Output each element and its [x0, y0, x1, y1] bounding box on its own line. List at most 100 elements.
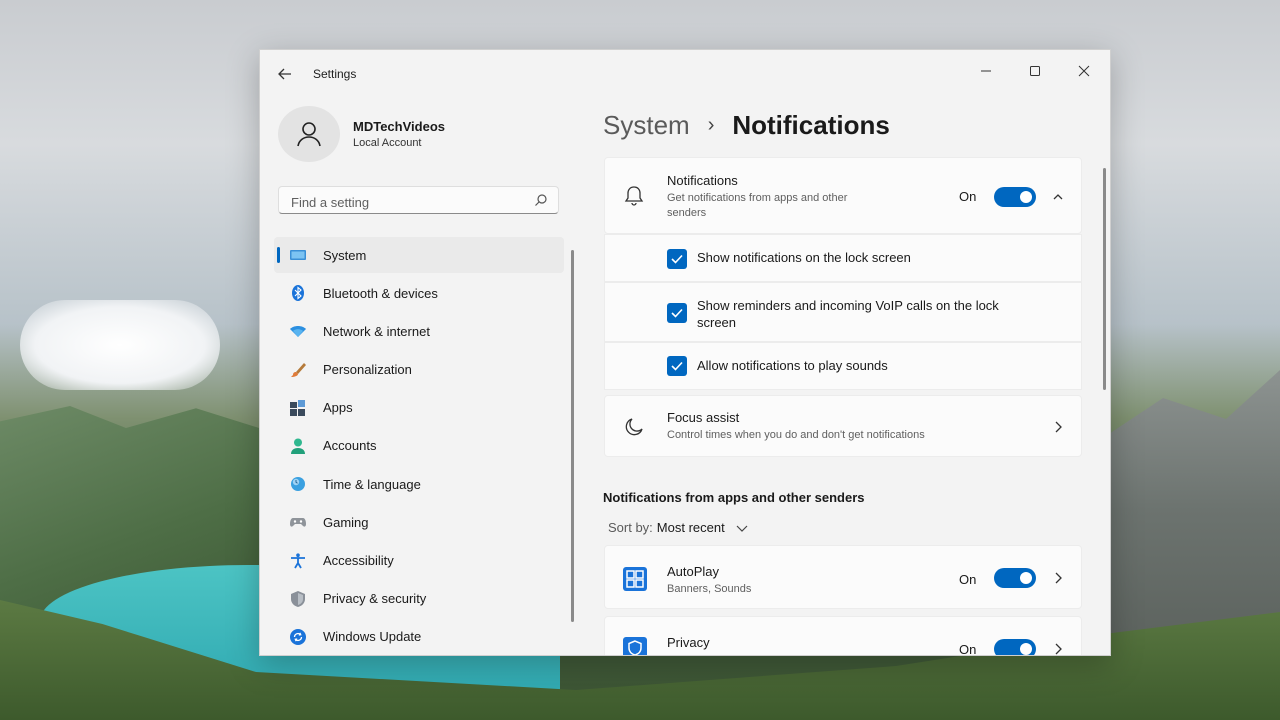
- sidebar-item-label: Windows Update: [323, 629, 422, 645]
- checkmark-icon: [671, 254, 683, 264]
- profile-account-type: Local Account: [353, 137, 422, 149]
- autoplay-detail: Banners, Sounds: [667, 583, 752, 595]
- sidebar-nav: System Bluetooth & devices Network & int…: [274, 237, 564, 655]
- lock-screen-label: Show notifications on the lock screen: [697, 250, 911, 265]
- user-avatar-icon: [297, 122, 321, 147]
- back-button[interactable]: [272, 62, 298, 86]
- sidebar-item-label: Time & language: [323, 476, 421, 492]
- chevron-right-icon: [1055, 572, 1062, 584]
- wifi-icon: [290, 326, 306, 338]
- app-row-privacy[interactable]: Privacy On: [604, 616, 1082, 656]
- sort-label: Sort by:: [608, 520, 653, 535]
- lock-screen-checkbox[interactable]: [667, 249, 687, 269]
- focus-assist-subtitle: Control times when you do and don't get …: [667, 429, 925, 441]
- chevron-up-icon[interactable]: [1051, 190, 1065, 204]
- profile-card[interactable]: MDTechVideos Local Account: [278, 106, 538, 162]
- bluetooth-icon: [292, 285, 304, 302]
- sidebar-item-gaming[interactable]: Gaming: [274, 504, 564, 540]
- checkmark-icon: [671, 361, 683, 371]
- maximize-icon: [1030, 66, 1040, 76]
- search-box[interactable]: [278, 186, 559, 214]
- minimize-button[interactable]: [963, 56, 1009, 86]
- sidebar-item-accessibility[interactable]: Accessibility: [274, 543, 564, 579]
- minimize-icon: [981, 70, 991, 72]
- notifications-subtitle: Get notifications from apps and other se…: [667, 192, 848, 219]
- autoplay-toggle[interactable]: [994, 568, 1036, 588]
- sidebar-item-accounts[interactable]: Accounts: [274, 428, 564, 464]
- app-row-autoplay[interactable]: AutoPlay Banners, Sounds On: [604, 545, 1082, 609]
- privacy-name: Privacy: [667, 635, 710, 650]
- sidebar-item-label: System: [323, 247, 367, 263]
- autoplay-name: AutoPlay: [667, 564, 720, 579]
- sidebar-item-time-language[interactable]: Time & language: [274, 466, 564, 502]
- avatar: [278, 106, 340, 162]
- search-icon: [535, 194, 547, 206]
- sounds-checkbox[interactable]: [667, 356, 687, 376]
- focus-assist-title: Focus assist: [667, 410, 740, 425]
- update-icon: [290, 628, 306, 645]
- sidebar-item-label: Accounts: [323, 438, 377, 454]
- chevron-down-icon: [736, 525, 748, 532]
- option-row-sounds: Allow notifications to play sounds: [604, 342, 1082, 390]
- sounds-label: Allow notifications to play sounds: [697, 358, 888, 373]
- sidebar-item-privacy-security[interactable]: Privacy & security: [274, 581, 564, 617]
- notifications-state-label: On: [959, 189, 977, 204]
- sidebar-item-label: Accessibility: [323, 553, 394, 568]
- autoplay-state-label: On: [959, 572, 977, 587]
- sidebar-item-personalization[interactable]: Personalization: [274, 352, 564, 388]
- sidebar-item-label: Apps: [323, 400, 353, 416]
- breadcrumb-separator: ›: [707, 113, 715, 136]
- option-row-reminders: Show reminders and incoming VoIP calls o…: [604, 282, 1082, 342]
- globe-clock-icon: [291, 477, 305, 492]
- sidebar-item-label: Bluetooth & devices: [323, 285, 438, 301]
- reminders-checkbox[interactable]: [667, 303, 687, 323]
- brush-icon: [291, 362, 306, 377]
- sort-value: Most recent: [656, 520, 725, 535]
- notifications-toggle[interactable]: [994, 187, 1036, 207]
- focus-assist-card[interactable]: Focus assist Control times when you do a…: [604, 395, 1082, 457]
- app-title: Settings: [313, 67, 357, 81]
- moon-icon: [625, 418, 643, 436]
- back-arrow-icon: [278, 68, 291, 80]
- notifications-title: Notifications: [667, 173, 738, 188]
- system-icon: [290, 250, 306, 260]
- notifications-setting-card[interactable]: Notifications Get notifications from app…: [604, 157, 1082, 234]
- sidebar-item-network[interactable]: Network & internet: [274, 313, 564, 349]
- sidebar-item-windows-update[interactable]: Windows Update: [274, 619, 564, 655]
- close-button[interactable]: [1061, 56, 1107, 86]
- sidebar-item-system[interactable]: System: [274, 237, 564, 273]
- sidebar-item-label: Privacy & security: [323, 591, 427, 607]
- chevron-right-icon: [1055, 421, 1062, 433]
- search-input[interactable]: [289, 192, 523, 212]
- breadcrumb-parent[interactable]: System: [603, 110, 690, 141]
- shield-icon: [291, 590, 305, 607]
- sidebar-item-label: Personalization: [323, 362, 412, 378]
- content-scrollbar[interactable]: [1103, 168, 1106, 390]
- settings-window: Settings MDTechVideos Local Account Syst…: [259, 49, 1111, 656]
- sort-dropdown[interactable]: Sort by: Most recent: [608, 520, 749, 535]
- privacy-toggle[interactable]: [994, 639, 1036, 655]
- gamepad-icon: [290, 518, 306, 527]
- chevron-right-icon: [1055, 643, 1062, 655]
- option-row-lock-screen: Show notifications on the lock screen: [604, 234, 1082, 282]
- sidebar-item-label: Gaming: [323, 514, 369, 530]
- profile-name: MDTechVideos: [353, 119, 445, 134]
- person-icon: [291, 438, 305, 454]
- background-cloud: [20, 300, 220, 390]
- sidebar-item-bluetooth[interactable]: Bluetooth & devices: [274, 275, 564, 311]
- apps-section-title: Notifications from apps and other sender…: [603, 490, 865, 505]
- sidebar-item-label: Network & internet: [323, 323, 430, 339]
- reminders-label: Show reminders and incoming VoIP calls o…: [697, 298, 999, 330]
- checkmark-icon: [671, 308, 683, 318]
- page-title: Notifications: [732, 109, 890, 140]
- title-bar: Settings: [260, 50, 1110, 96]
- maximize-button[interactable]: [1012, 56, 1058, 86]
- close-icon: [1078, 65, 1090, 77]
- autoplay-icon: [623, 567, 647, 591]
- accessibility-icon: [291, 552, 305, 568]
- sidebar-item-apps[interactable]: Apps: [274, 390, 564, 426]
- apps-icon: [290, 399, 305, 416]
- privacy-state-label: On: [959, 642, 977, 656]
- sidebar-scrollbar[interactable]: [571, 250, 574, 622]
- breadcrumb: System › Notifications: [603, 105, 890, 145]
